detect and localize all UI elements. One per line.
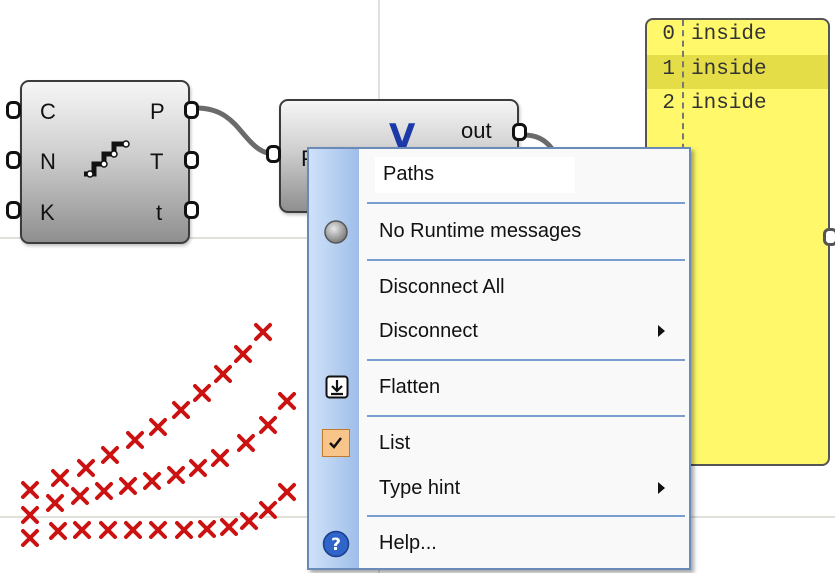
menu-separator [367,202,685,204]
runtime-messages-item[interactable]: No Runtime messages [379,220,581,243]
output-grip[interactable] [184,101,199,119]
submenu-arrow-icon [658,482,665,494]
point-marker [237,434,255,452]
type-hint-item[interactable]: Type hint [379,477,460,500]
point-marker [149,418,167,436]
svg-text:?: ? [331,535,341,555]
point-marker [119,477,137,495]
point-marker [167,466,185,484]
menu-separator [367,359,685,361]
point-marker [46,494,64,512]
stairs-icon [84,140,130,178]
output-grip[interactable] [512,123,527,141]
input-param-n[interactable]: N [40,149,56,175]
param-name-value: Paths [383,163,435,185]
point-marker [21,529,39,547]
point-marker [254,323,272,341]
point-marker [124,521,142,539]
point-marker [211,449,229,467]
grasshopper-canvas[interactable]: C N K P T t P out V 0 inside 1 inside [0,0,835,573]
panel-row: 2 inside [647,92,828,126]
panel-index-separator [682,20,684,160]
point-marker [126,431,144,449]
point-marker [21,506,39,524]
point-marker [234,345,252,363]
flatten-icon [325,375,349,399]
point-marker [49,522,67,540]
row-value: inside [691,92,767,115]
list-item[interactable]: List [379,432,410,455]
point-marker [172,401,190,419]
menu-separator [367,415,685,417]
point-marker [95,482,113,500]
point-marker [175,521,193,539]
menu-separator [367,515,685,517]
point-marker [149,521,167,539]
help-icon: ? [322,530,350,558]
menu-separator [367,259,685,261]
disconnect-item[interactable]: Disconnect [379,320,478,343]
input-grip[interactable] [6,151,21,169]
checkmark-icon [322,429,350,457]
input-grip[interactable] [6,201,21,219]
submenu-arrow-icon [658,325,665,337]
panel-row: 0 inside [647,23,828,57]
output-param-p[interactable]: P [150,99,165,125]
point-marker [278,392,296,410]
output-param-t[interactable]: T [150,149,163,175]
point-marker [259,501,277,519]
point-marker [99,521,117,539]
row-value: inside [691,23,767,46]
help-item[interactable]: Help... [379,532,437,555]
point-marker [101,446,119,464]
context-menu: Paths No Runtime messages Disconnect All… [307,147,691,570]
point-marker [21,481,39,499]
point-marker [214,365,232,383]
point-marker [240,512,258,530]
disconnect-all-item[interactable]: Disconnect All [379,276,505,299]
grey-circle-icon [324,220,348,244]
input-param-c[interactable]: C [40,99,56,125]
point-marker [193,384,211,402]
point-marker [73,521,91,539]
row-index: 1 [662,58,675,81]
flatten-item[interactable]: Flatten [379,376,440,399]
point-marker [77,459,95,477]
point-marker [71,487,89,505]
input-param-k[interactable]: K [40,200,55,226]
point-marker [189,459,207,477]
point-marker [143,472,161,490]
row-index: 0 [662,23,675,46]
panel-row: 1 inside [647,55,828,89]
input-grip[interactable] [266,145,281,163]
row-value: inside [691,58,767,81]
point-marker [278,483,296,501]
output-grip[interactable] [184,201,199,219]
point-marker [259,416,277,434]
panel-output-grip[interactable] [823,228,835,246]
curve-path-component[interactable]: C N K P T t [20,80,190,244]
output-param-out[interactable]: out [461,118,492,144]
point-marker [198,520,216,538]
point-marker [220,518,238,536]
param-name-field[interactable]: Paths [375,157,575,193]
input-grip[interactable] [6,101,21,119]
output-param-t-lower[interactable]: t [156,200,162,226]
output-grip[interactable] [184,151,199,169]
point-marker [51,469,69,487]
row-index: 2 [662,92,675,115]
menu-icon-strip [309,149,359,568]
